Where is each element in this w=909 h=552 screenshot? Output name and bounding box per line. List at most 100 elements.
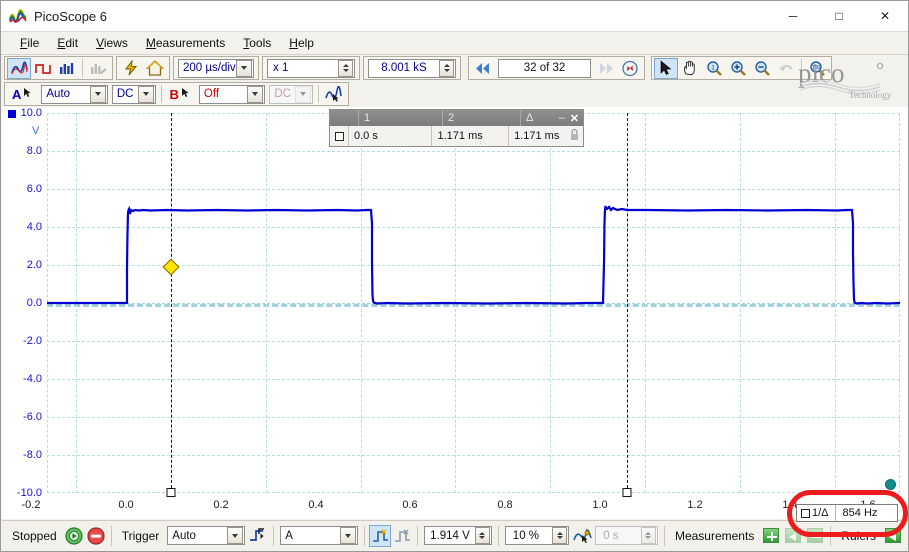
x-tick-label: 0.8 <box>497 499 512 511</box>
ruler-legend-corner <box>330 110 358 126</box>
plot-area[interactable] <box>47 113 900 493</box>
chevron-down-icon[interactable] <box>340 527 356 544</box>
window-controls: ─ □ ✕ <box>770 1 908 32</box>
ruler-legend-close[interactable]: ✕ <box>570 112 579 125</box>
spinner-arrows-icon[interactable] <box>475 527 490 544</box>
chevron-down-icon[interactable] <box>236 60 252 77</box>
channel-a-range-value: Auto <box>42 86 74 103</box>
buffer-first-icon[interactable] <box>471 58 495 79</box>
trigger-off-icon[interactable] <box>391 525 413 547</box>
zoom-out-icon[interactable] <box>750 58 774 79</box>
buffer-navigate-icon[interactable] <box>618 58 642 79</box>
trigger-level-value: 1.914 V <box>425 530 475 542</box>
ruler-delta-value: 1.171 ms <box>508 126 570 146</box>
ruler-legend-checkbox[interactable] <box>335 132 344 141</box>
ruler-legend-body: 0.0 s 1.171 ms 1.171 ms <box>330 126 583 146</box>
zoom-reset-icon[interactable]: 1 <box>702 58 726 79</box>
mask-view-icon[interactable] <box>86 58 110 79</box>
inverse-delta-label: 1/Δ <box>812 507 829 519</box>
trigger-level-marker[interactable] <box>885 479 896 490</box>
statusbar-separator <box>273 526 274 546</box>
ruler-lock-icon[interactable] <box>570 128 583 144</box>
ruler-legend-header: 1 2 Δ – ✕ <box>330 110 583 126</box>
advanced-trigger-icon[interactable] <box>369 525 391 547</box>
rising-edge-icon[interactable] <box>247 525 269 547</box>
ruler-legend-panel[interactable]: 1 2 Δ – ✕ 0.0 s 1.171 ms 1.171 ms <box>329 109 584 147</box>
time-ruler-2[interactable] <box>627 113 628 493</box>
buffer-size-group: 8.001 kS <box>363 56 461 80</box>
ruler-legend-minimize[interactable]: – <box>559 112 565 124</box>
spinner-arrows-icon[interactable] <box>439 60 454 77</box>
chevron-down-icon[interactable] <box>247 86 263 103</box>
ruler-legend-header-2: 2 <box>442 110 520 126</box>
channel-a-range-combo[interactable]: Auto <box>41 85 107 104</box>
frequency-checkbox[interactable] <box>801 509 810 518</box>
statusbar-separator <box>830 526 831 546</box>
time-ruler-1-handle[interactable] <box>167 488 176 497</box>
spinner-arrows-icon[interactable] <box>552 527 567 544</box>
y-tick-label: 10.0 <box>2 107 42 119</box>
buffer-navigation-group: 32 of 32 <box>468 56 645 80</box>
stop-capture-icon[interactable] <box>85 525 107 547</box>
channel-b-range-combo[interactable]: Off <box>199 85 265 104</box>
minimize-button[interactable]: ─ <box>770 1 816 32</box>
trigger-level-spinner[interactable]: 1.914 V <box>424 526 492 545</box>
edit-measurement-icon[interactable] <box>782 525 804 547</box>
channel-a-coupling-combo[interactable]: DC <box>112 85 156 104</box>
spinner-arrows-icon[interactable] <box>338 60 353 77</box>
auto-setup-icon[interactable] <box>119 58 143 79</box>
time-ruler-2-handle[interactable] <box>623 488 632 497</box>
add-measurement-icon[interactable] <box>760 525 782 547</box>
y-tick-label: -8.0 <box>2 449 42 461</box>
y-tick-label: 6.0 <box>2 183 42 195</box>
trigger-delay-icon[interactable] <box>571 525 593 547</box>
pretrigger-spinner[interactable]: 10 % <box>505 526 569 545</box>
start-capture-icon[interactable] <box>63 525 85 547</box>
trigger-source-combo[interactable]: A <box>280 526 358 545</box>
buffer-next-icon[interactable] <box>594 58 618 79</box>
chevron-down-icon <box>295 86 311 103</box>
y-tick-label: 0.0 <box>2 297 42 309</box>
timebase-group: 200 µs/div <box>173 56 259 80</box>
home-icon[interactable] <box>143 58 167 79</box>
menu-measurements[interactable]: Measurements <box>137 33 234 53</box>
channel-a-probe-icon[interactable] <box>22 86 35 102</box>
toolbar-separator <box>161 85 162 103</box>
menu-edit[interactable]: Edit <box>48 33 87 53</box>
zoom-in-icon[interactable] <box>726 58 750 79</box>
channel-a-waveform <box>47 113 900 493</box>
persistence-view-icon[interactable] <box>55 58 79 79</box>
chevron-down-icon[interactable] <box>90 86 106 103</box>
buffer-size-spinner[interactable]: 8.001 kS <box>368 59 456 78</box>
channel-b-label: B <box>165 87 180 102</box>
channel-b-coupling-value: DC <box>270 86 295 103</box>
x-tick-label: -0.2 <box>22 499 41 511</box>
time-ruler-1[interactable] <box>171 113 172 493</box>
view-mode-group <box>4 56 113 80</box>
scope-view-icon[interactable] <box>7 58 31 79</box>
spectrum-view-icon[interactable] <box>31 58 55 79</box>
menu-help[interactable]: Help <box>280 33 323 53</box>
add-ruler-icon[interactable] <box>882 525 904 547</box>
trigger-delay-value: 0 s <box>596 530 641 542</box>
hand-icon[interactable] <box>678 58 702 79</box>
chevron-down-icon[interactable] <box>227 527 243 544</box>
trigger-mode-combo[interactable]: Auto <box>167 526 245 545</box>
timebase-combo[interactable]: 200 µs/div <box>178 59 254 78</box>
menu-tools[interactable]: Tools <box>234 33 280 53</box>
statusbar-separator <box>111 526 112 546</box>
inverse-delta-measurement[interactable]: 1/Δ 854 Hz <box>796 504 898 522</box>
menu-views[interactable]: Views <box>87 33 137 53</box>
maximize-button[interactable]: □ <box>816 1 862 32</box>
scope-view[interactable]: V <box>2 107 908 519</box>
close-button[interactable]: ✕ <box>862 1 908 32</box>
zoom-factor-spinner[interactable]: x 1 <box>267 59 355 78</box>
buffer-position-field[interactable]: 32 of 32 <box>498 59 591 78</box>
x-tick-label: 1.2 <box>687 499 702 511</box>
menu-file[interactable]: FFileile <box>11 33 48 53</box>
chevron-down-icon[interactable] <box>138 86 154 103</box>
resolution-enhance-icon[interactable] <box>322 84 346 105</box>
channel-b-probe-icon[interactable] <box>180 86 193 102</box>
pointer-icon[interactable] <box>654 58 678 79</box>
delete-measurement-icon[interactable] <box>804 525 826 547</box>
